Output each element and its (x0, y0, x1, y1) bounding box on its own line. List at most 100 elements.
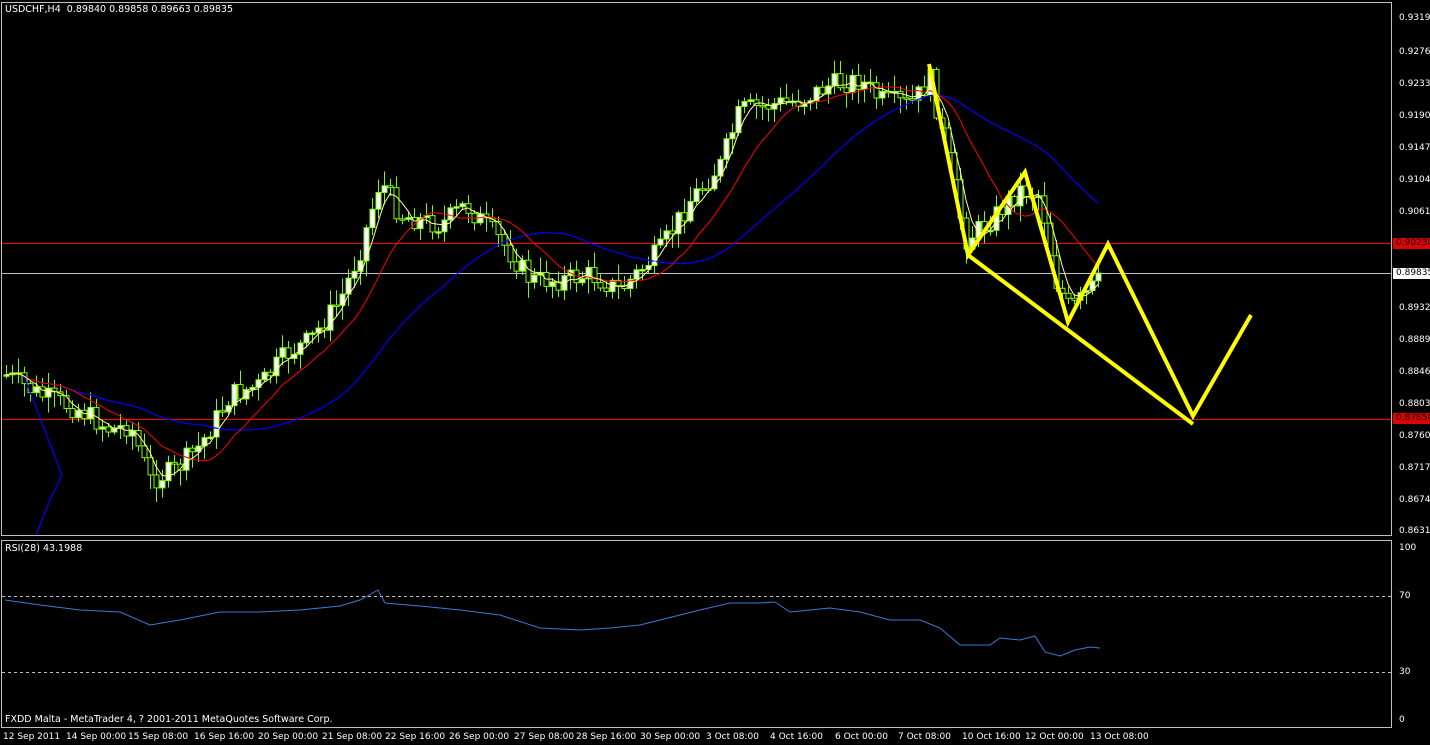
candle-body (1017, 185, 1024, 207)
candle-body (279, 347, 286, 358)
candle-body (639, 269, 646, 272)
candle-body (903, 97, 910, 100)
candle-body (549, 281, 556, 287)
candle-body (369, 208, 376, 229)
current-price-tag: 0.89835 (1393, 268, 1430, 279)
main-chart-frame (1, 2, 1392, 536)
candle-body (153, 474, 160, 489)
candle-body (375, 192, 382, 210)
candle-body (147, 457, 154, 476)
candle-body (459, 203, 466, 208)
time-axis-label: 30 Sep 00:00 (640, 732, 701, 742)
rsi-axis-label: 0 (1399, 715, 1405, 725)
time-axis-label: 22 Sep 16:00 (385, 732, 446, 742)
candle-body (441, 219, 448, 233)
time-axis-label: 6 Oct 00:00 (835, 732, 888, 742)
drawn-zigzag-pattern (927, 63, 1253, 421)
candle-body (759, 104, 766, 108)
candle-body (87, 406, 94, 420)
price-axis-label: 0.92330 (1399, 79, 1430, 89)
time-axis-label: 14 Sep 00:00 (66, 732, 127, 742)
symbol-timeframe: USDCHF,H4 (5, 4, 61, 15)
candle-body (117, 425, 124, 429)
candle-body (591, 266, 598, 284)
rsi-axis-label: 100 (1399, 543, 1417, 553)
price-axis-label: 0.88890 (1399, 335, 1430, 345)
candle-body (159, 480, 166, 489)
candle-body (909, 98, 916, 101)
chart-canvas[interactable] (0, 0, 1430, 745)
time-axis-label: 27 Sep 08:00 (514, 732, 575, 742)
candle-body (165, 461, 172, 482)
time-axis-label: 7 Oct 08:00 (898, 732, 951, 742)
time-axis-label: 12 Oct 00:00 (1025, 732, 1084, 742)
price-axis-label: 0.91470 (1399, 143, 1430, 153)
time-axis-label: 13 Oct 08:00 (1090, 732, 1149, 742)
price-axis-label: 0.87600 (1399, 431, 1430, 441)
drawn-trendline (966, 253, 1195, 426)
candle-body (333, 304, 340, 307)
candle-body (1095, 272, 1102, 282)
rsi-line (4, 589, 1101, 657)
time-axis-label: 28 Sep 16:00 (576, 732, 637, 742)
time-axis-label: 20 Sep 00:00 (258, 732, 319, 742)
candle-body (501, 234, 508, 246)
candle-body (699, 188, 706, 191)
candle-body (897, 90, 904, 99)
price-axis-label: 0.86740 (1399, 495, 1430, 505)
candle-body (603, 287, 610, 293)
candle-body (855, 74, 862, 90)
price-axis-label: 0.91040 (1399, 175, 1430, 185)
candle-body (495, 221, 502, 236)
candle-body (141, 445, 148, 459)
price-axis-label: 0.89320 (1399, 303, 1430, 313)
resistance-price-tag: 0.90230 (1393, 238, 1430, 249)
price-axis-label: 0.87170 (1399, 463, 1430, 473)
candle-body (843, 87, 850, 94)
candle-body (171, 461, 178, 465)
price-axis-label: 0.93190 (1399, 13, 1430, 23)
price-axis-label: 0.88460 (1399, 367, 1430, 377)
candle-body (261, 371, 268, 381)
candle-body (777, 97, 784, 105)
candle-body (81, 409, 88, 420)
candle-body (747, 99, 754, 102)
candle-body (435, 231, 442, 234)
candle-body (447, 207, 454, 221)
candle-body (819, 86, 826, 95)
candle-body (105, 426, 112, 433)
price-axis-label: 0.92760 (1399, 47, 1430, 57)
candlestick-series (3, 60, 1102, 502)
copyright-text: FXDD Malta - MetaTrader 4, ? 2001-2011 M… (5, 714, 333, 725)
candle-body (507, 244, 514, 263)
candle-body (453, 206, 460, 209)
candle-body (783, 97, 790, 102)
chart-title-block: USDCHF,H4 0.89840 0.89858 0.89663 0.8983… (5, 4, 233, 15)
candle-body (297, 342, 304, 355)
candle-body (873, 82, 880, 99)
candle-body (393, 187, 400, 220)
metatrader-chart-window: USDCHF,H4 0.89840 0.89858 0.89663 0.8983… (0, 0, 1430, 745)
price-axis-label: 0.88030 (1399, 399, 1430, 409)
candle-body (363, 227, 370, 262)
time-axis-label: 3 Oct 08:00 (706, 732, 759, 742)
candle-body (879, 90, 886, 99)
candle-body (663, 230, 670, 240)
time-axis-label: 21 Sep 08:00 (322, 732, 383, 742)
candle-body (99, 426, 106, 430)
candle-body (315, 327, 322, 334)
candle-body (633, 269, 640, 280)
candle-body (327, 304, 334, 331)
candle-body (351, 270, 358, 279)
candle-body (303, 332, 310, 344)
candle-body (1065, 292, 1072, 299)
candle-body (309, 332, 316, 336)
candle-body (723, 138, 730, 160)
rsi-axis-label: 70 (1399, 591, 1411, 601)
rsi-axis-label: 30 (1399, 667, 1411, 677)
candle-body (531, 274, 538, 283)
price-axis-label: 0.90610 (1399, 207, 1430, 217)
candle-body (513, 261, 520, 272)
candle-body (237, 383, 244, 400)
candle-body (45, 387, 52, 398)
